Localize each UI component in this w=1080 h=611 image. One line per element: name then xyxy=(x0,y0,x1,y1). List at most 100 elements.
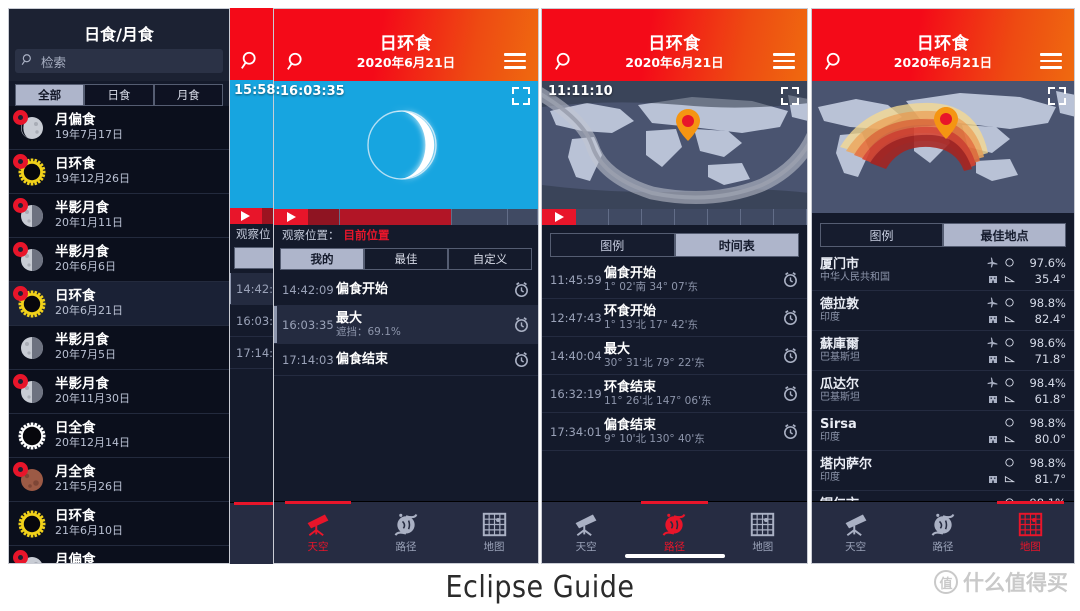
globe-icon xyxy=(931,513,955,536)
visibility-badge-icon xyxy=(13,197,28,213)
filter-solar[interactable]: 日食 xyxy=(84,84,154,106)
ghost-tabbar[interactable] xyxy=(234,247,274,269)
map-tabs[interactable]: 图例 最佳地点 xyxy=(820,223,1066,247)
location-city: 厦门市 xyxy=(820,257,860,272)
eclipse-list-item[interactable]: 日全食 20年12月14日 xyxy=(9,414,229,458)
tab-custom[interactable]: 自定义 xyxy=(448,248,532,270)
tab-legend[interactable]: 图例 xyxy=(550,233,675,257)
playback-timeline[interactable] xyxy=(274,209,538,225)
alarm-icon[interactable] xyxy=(782,271,799,288)
alarm-icon[interactable] xyxy=(513,281,530,298)
eclipse-render xyxy=(367,110,437,180)
eclipse-list-item[interactable]: 半影月食 20年7月5日 xyxy=(9,326,229,370)
nav-item-grid-map[interactable]: 地图 xyxy=(450,502,538,563)
eclipse-list-item[interactable]: 日环食 20年6月21日 xyxy=(9,282,229,326)
alarm-icon[interactable] xyxy=(513,316,530,333)
eclipse-list-item[interactable]: 半影月食 20年6月6日 xyxy=(9,238,229,282)
event-coordinates: 1° 13'北 17° 42'东 xyxy=(604,318,699,331)
nav-item-grid-map[interactable]: 地图 xyxy=(719,502,807,563)
event-row[interactable]: 17:14:03 偏食结束 xyxy=(274,344,538,376)
eclipse-list-item[interactable]: 半影月食 20年11月30日 xyxy=(9,370,229,414)
nav-item-globe[interactable]: 路径 xyxy=(362,502,450,563)
tab-mine[interactable]: 我的 xyxy=(280,248,364,270)
location-row[interactable]: 塔内萨尔 印度 98.8% 81.7° xyxy=(812,451,1074,491)
eclipse-list-item[interactable]: 日环食 19年12月26日 xyxy=(9,150,229,194)
eclipse-date: 20年7月5日 xyxy=(55,348,116,361)
tab-timetable[interactable]: 时间表 xyxy=(674,233,799,257)
tab-best-locations[interactable]: 最佳地点 xyxy=(943,223,1066,247)
location-row[interactable]: 瓜达尔 巴基斯坦 98.4% 61.8° xyxy=(812,371,1074,411)
ghost-tab[interactable] xyxy=(234,247,274,269)
filter-segmented-control[interactable]: 全部 日食 月食 xyxy=(15,84,223,106)
total-lunar-eclipse-icon xyxy=(13,461,49,497)
observer-value[interactable]: 目前位置 xyxy=(344,227,390,243)
tab-legend[interactable]: 图例 xyxy=(820,223,943,247)
globe-icon xyxy=(394,513,418,536)
location-row[interactable]: Sirsa 印度 98.8% 80.0° xyxy=(812,411,1074,451)
play-button[interactable] xyxy=(274,209,308,225)
hamburger-menu-icon[interactable] xyxy=(1040,53,1062,71)
alarm-icon[interactable] xyxy=(782,347,799,364)
play-button[interactable] xyxy=(542,209,576,225)
eclipse-name: 日环食 xyxy=(55,288,96,304)
fullscreen-icon[interactable] xyxy=(512,87,530,105)
eclipse-name: 月偏食 xyxy=(55,552,96,564)
alarm-icon[interactable] xyxy=(782,385,799,402)
location-row[interactable]: 蘇庫爾 巴基斯坦 98.6% 71.8° xyxy=(812,331,1074,371)
watermark: 值 什么值得买 xyxy=(934,567,1068,597)
eclipse-list-item[interactable]: 月全食 21年5月26日 xyxy=(9,458,229,502)
timetable-row[interactable]: 16:32:19 环食结束 11° 26'北 147° 06'东 xyxy=(542,375,807,413)
timetable-row[interactable]: 14:40:04 最大 30° 31'北 79° 22'东 xyxy=(542,337,807,375)
best-location-list: 厦门市 中华人民共和国 97.6% 35.4° 德拉敦 印度 98.8% 82.4° 蘇庫爾 巴基… xyxy=(812,251,1074,531)
hamburger-menu-icon[interactable] xyxy=(504,53,526,71)
altitude-value: 80.0° xyxy=(1034,431,1066,446)
location-row[interactable]: 厦门市 中华人民共和国 97.6% 35.4° xyxy=(812,251,1074,291)
alarm-icon[interactable] xyxy=(782,423,799,440)
play-icon[interactable] xyxy=(228,208,262,224)
eclipse-list-item[interactable]: 日环食 21年6月10日 xyxy=(9,502,229,546)
timetable-row[interactable]: 11:45:59 偏食开始 1° 02'南 34° 07'东 xyxy=(542,261,807,299)
filter-all[interactable]: 全部 xyxy=(15,84,85,106)
nav-item-telescope[interactable]: 天空 xyxy=(274,501,362,563)
location-city: 塔内萨尔 xyxy=(820,457,873,472)
filter-lunar[interactable]: 月食 xyxy=(153,84,223,106)
nav-item-grid-map[interactable]: 地图 xyxy=(987,501,1074,563)
event-row[interactable]: 14:42:09 偏食开始 xyxy=(274,274,538,306)
location-tabs[interactable]: 我的 最佳 自定义 xyxy=(280,248,532,270)
nav-label: 路径 xyxy=(663,541,685,553)
penumbral-lunar-eclipse-icon xyxy=(13,241,49,277)
fullscreen-icon[interactable] xyxy=(781,87,799,105)
panel-sky-view: 日环食 2020年6月21日 16:03:35 观察位置： 目前位置 我的 最佳… xyxy=(273,8,539,564)
playback-timeline[interactable] xyxy=(542,209,807,225)
eclipse-list-item[interactable]: 月偏食 19年7月17日 xyxy=(9,106,229,150)
sky-preview[interactable]: 16:03:35 xyxy=(274,81,538,209)
penumbral-lunar-eclipse-icon xyxy=(13,373,49,409)
event-coordinates: 30° 31'北 79° 22'东 xyxy=(604,356,705,369)
event-row[interactable]: 16:03:35 最大 遮挡：69.1% xyxy=(274,306,538,344)
eclipse-list-item[interactable]: 月偏食21年11月19日 xyxy=(9,546,229,564)
fullscreen-icon[interactable] xyxy=(1048,87,1066,105)
eclipse-name: 日全食 xyxy=(55,420,96,436)
hamburger-menu-icon[interactable] xyxy=(773,53,795,71)
search-input[interactable]: 检索 xyxy=(15,49,223,73)
world-map-preview[interactable]: 11:11:10 xyxy=(542,81,807,209)
heatmap-preview[interactable] xyxy=(812,81,1074,213)
eclipse-list-item[interactable]: 半影月食 20年1月11日 xyxy=(9,194,229,238)
search-icon[interactable] xyxy=(240,50,262,72)
nav-item-globe[interactable]: 路径 xyxy=(899,502,986,563)
location-row[interactable]: 德拉敦 印度 98.8% 82.4° xyxy=(812,291,1074,331)
map-tabs[interactable]: 图例 时间表 xyxy=(550,233,799,257)
nav-item-telescope[interactable]: 天空 xyxy=(812,502,899,563)
coverage-icon xyxy=(1005,378,1014,387)
timetable-row[interactable]: 17:34:01 偏食结束 9° 10'北 130° 40'东 xyxy=(542,413,807,451)
bottom-nav[interactable]: 天空 路径 地图 xyxy=(274,501,538,563)
eclipse-date: 19年7月17日 xyxy=(55,128,123,141)
timetable-list: 11:45:59 偏食开始 1° 02'南 34° 07'东 12:47:43 环食开始… xyxy=(542,261,807,451)
tab-best[interactable]: 最佳 xyxy=(364,248,448,270)
nav-item-telescope[interactable]: 天空 xyxy=(542,502,630,563)
bottom-nav[interactable]: 天空 路径 地图 xyxy=(542,501,807,563)
bottom-nav[interactable]: 天空 路径 地图 xyxy=(812,501,1074,563)
alarm-icon[interactable] xyxy=(782,309,799,326)
timetable-row[interactable]: 12:47:43 环食开始 1° 13'北 17° 42'东 xyxy=(542,299,807,337)
alarm-icon[interactable] xyxy=(513,351,530,368)
